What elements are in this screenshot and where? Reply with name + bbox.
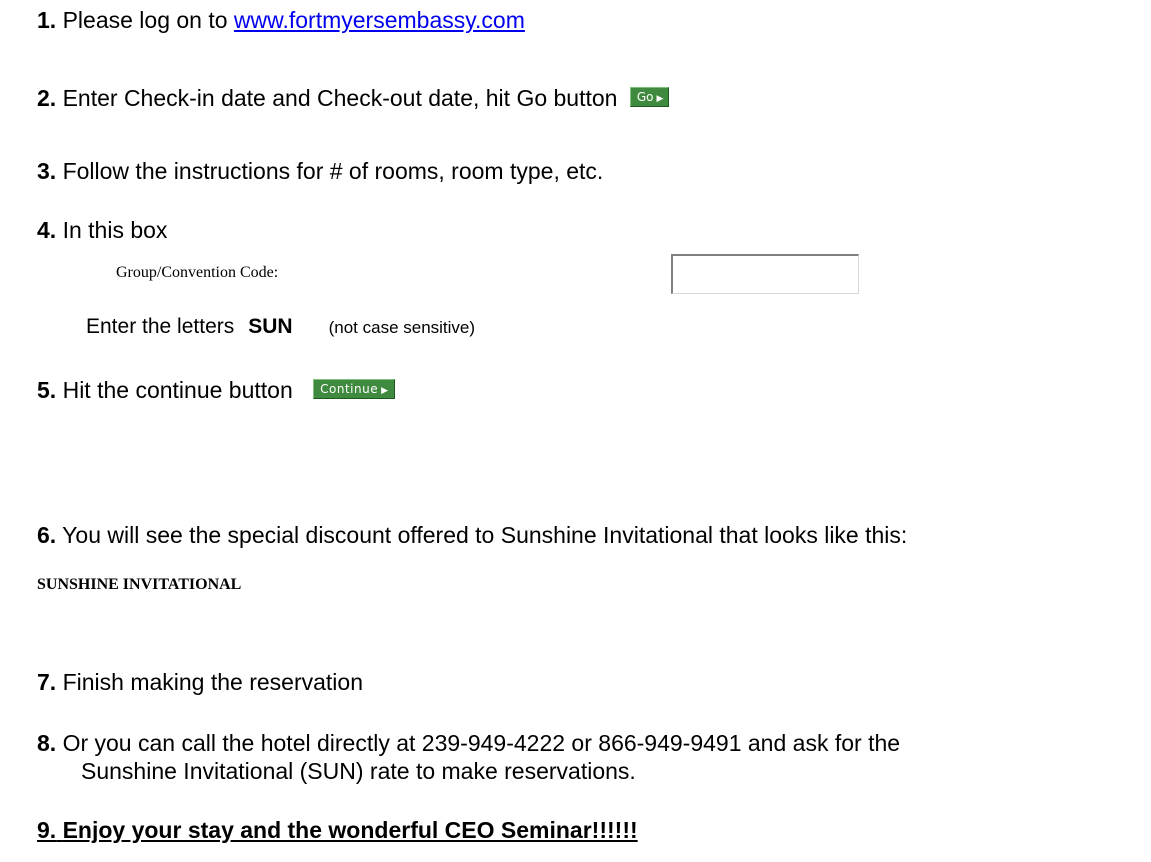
step-number: 3. (37, 158, 57, 184)
continue-button-label: Continue (320, 381, 379, 396)
go-button-image: Go ▶ (629, 86, 670, 107)
step-number: 4. (37, 217, 57, 243)
step-9: 9. Enjoy your stay and the wonderful CEO… (37, 816, 638, 844)
enter-letters-line: Enter the letters SUN (not case sensitive) (86, 315, 475, 339)
play-arrow-icon: ▶ (381, 385, 389, 396)
step-number: 6. (37, 522, 57, 548)
step-8: 8. Or you can call the hotel directly at… (37, 729, 900, 757)
step-7: 7. Finish making the reservation (37, 668, 363, 696)
sun-code: SUN (248, 315, 293, 338)
website-link[interactable]: www.fortmyersembassy.com (234, 7, 525, 33)
play-arrow-icon: ▶ (656, 93, 664, 104)
step-3: 3. Follow the instructions for # of room… (37, 157, 603, 185)
step-number: 5. (37, 377, 57, 403)
step-6: 6. You will see the special discount off… (37, 521, 907, 549)
step-text: Enter Check-in date and Check-out date, … (62, 85, 618, 111)
step-1: 1. Please log on to www.fortmyersembassy… (37, 6, 525, 34)
step-number: 9. (37, 817, 57, 843)
step-text: Follow the instructions for # of rooms, … (62, 158, 604, 184)
step-number: 7. (37, 669, 57, 695)
step-4: 4. In this box (37, 216, 167, 244)
step-text: You will see the special discount offere… (62, 522, 908, 548)
step-number: 2. (37, 85, 57, 111)
step-5: 5. Hit the continue button Continue ▶ (37, 376, 395, 404)
step-text: Enjoy your stay and the wonderful CEO Se… (62, 817, 638, 843)
step-2: 2. Enter Check-in date and Check-out dat… (37, 84, 670, 112)
group-code-input[interactable] (671, 254, 859, 294)
step-text: Hit the continue button (62, 377, 293, 403)
step-text-line-1: Or you can call the hotel directly at 23… (62, 730, 901, 756)
step-number: 1. (37, 7, 57, 33)
go-button-label: Go (636, 89, 654, 104)
continue-button-image: Continue ▶ (313, 378, 395, 399)
step-text: In this box (62, 217, 168, 243)
step-8-continued: Sunshine Invitational (SUN) rate to make… (81, 757, 636, 785)
step-text: Finish making the reservation (62, 669, 363, 695)
enter-letters-text: Enter the letters (86, 315, 235, 338)
step-number: 8. (37, 730, 57, 756)
step-text: Please log on to (62, 7, 234, 33)
group-code-label: Group/Convention Code: (116, 264, 279, 281)
step-text-line-2: Sunshine Invitational (SUN) rate to make… (81, 758, 636, 784)
case-note: (not case sensitive) (328, 318, 476, 337)
discount-example: SUNSHINE INVITATIONAL (37, 576, 242, 593)
